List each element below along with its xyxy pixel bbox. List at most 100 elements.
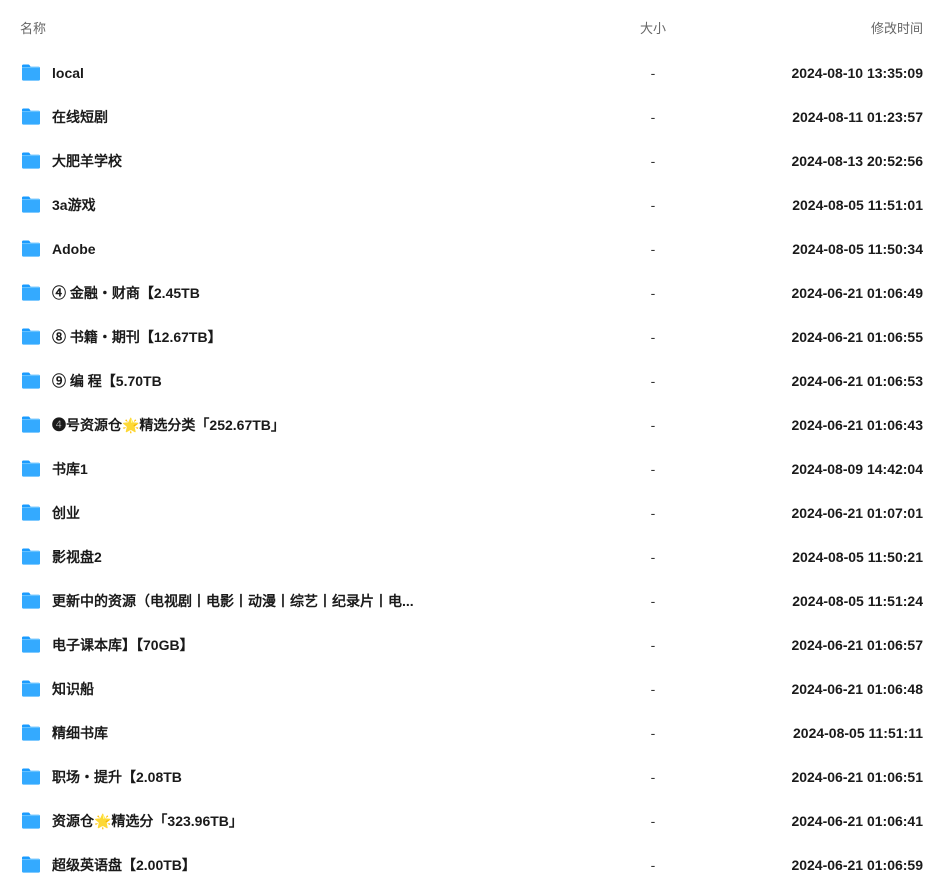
cell-date: 2024-06-21 01:06:55 bbox=[723, 329, 923, 345]
cell-name: 创业 bbox=[20, 503, 583, 523]
table-row[interactable]: ❹号资源仓🌟精选分类「252.67TB」-2024-06-21 01:06:43 bbox=[20, 403, 923, 447]
table-row[interactable]: 3a游戏 - 2024-08-05 11:51:01 bbox=[20, 183, 923, 227]
file-name-label: 3a游戏 bbox=[52, 195, 96, 215]
file-size-label: - bbox=[651, 197, 656, 213]
header-name-label: 名称 bbox=[20, 18, 46, 37]
file-name-label: 创业 bbox=[52, 503, 80, 523]
table-row[interactable]: local-2024-08-10 13:35:09 bbox=[20, 51, 923, 95]
file-date-label: 2024-08-05 11:51:01 bbox=[792, 197, 923, 213]
file-date-label: 2024-06-21 01:06:59 bbox=[791, 857, 923, 873]
folder-icon bbox=[20, 284, 42, 302]
cell-size: - bbox=[583, 197, 723, 213]
table-row[interactable]: 精细书库-2024-08-05 11:51:11 bbox=[20, 711, 923, 755]
cell-name: 超级英语盘【2.00TB】 bbox=[20, 855, 583, 875]
file-size-label: - bbox=[651, 681, 656, 697]
cell-name: 更新中的资源（电视剧丨电影丨动漫丨综艺丨纪录片丨电... bbox=[20, 591, 583, 611]
table-row[interactable]: 书库1-2024-08-09 14:42:04 bbox=[20, 447, 923, 491]
cell-size: - bbox=[583, 285, 723, 301]
table-row[interactable]: 在线短剧-2024-08-11 01:23:57 bbox=[20, 95, 923, 139]
cell-date: 2024-06-21 01:06:43 bbox=[723, 417, 923, 433]
cell-date: 2024-06-21 01:06:48 bbox=[723, 681, 923, 697]
table-row[interactable]: 更新中的资源（电视剧丨电影丨动漫丨综艺丨纪录片丨电... - 2024-08-05 … bbox=[20, 579, 923, 623]
cell-size: - bbox=[583, 153, 723, 169]
file-name-label: 在线短剧 bbox=[52, 107, 108, 127]
folder-icon bbox=[20, 328, 42, 346]
table-row[interactable]: 知识船 - 2024-06-21 01:06:48 bbox=[20, 667, 923, 711]
file-date-label: 2024-08-13 20:52:56 bbox=[791, 153, 923, 169]
table-row[interactable]: ⑨ 编 程【5.70TB-2024-06-21 01:06:53 bbox=[20, 359, 923, 403]
file-name-label: ④ 金融・财商【2.45TB bbox=[52, 283, 200, 303]
file-date-label: 2024-06-21 01:06:43 bbox=[791, 417, 923, 433]
file-size-label: - bbox=[651, 593, 656, 609]
cell-size: - bbox=[583, 373, 723, 389]
file-size-label: - bbox=[651, 637, 656, 653]
folder-icon bbox=[20, 460, 42, 478]
table-row[interactable]: 职场・提升【2.08TB - 2024-06-21 01:06:51 bbox=[20, 755, 923, 799]
cell-size: - bbox=[583, 637, 723, 653]
file-name-label: local bbox=[52, 65, 84, 81]
table-row[interactable]: 电子课本库】【70GB】-2024-06-21 01:06:57 bbox=[20, 623, 923, 667]
file-date-label: 2024-06-21 01:06:41 bbox=[791, 813, 923, 829]
cell-size: - bbox=[583, 681, 723, 697]
cell-size: - bbox=[583, 593, 723, 609]
cell-name: 精细书库 bbox=[20, 723, 583, 743]
cell-name: 书库1 bbox=[20, 459, 583, 479]
file-date-label: 2024-08-05 11:51:24 bbox=[792, 593, 923, 609]
folder-icon bbox=[20, 680, 42, 698]
file-name-label: 书库1 bbox=[52, 459, 88, 479]
table-row[interactable]: 大肥羊学校- 2024-08-13 20:52:56 bbox=[20, 139, 923, 183]
cell-date: 2024-06-21 01:06:41 bbox=[723, 813, 923, 829]
file-date-label: 2024-08-05 11:51:11 bbox=[793, 725, 923, 741]
cell-name: 3a游戏 bbox=[20, 195, 583, 215]
file-size-label: - bbox=[651, 813, 656, 829]
file-date-label: 2024-06-21 01:06:53 bbox=[791, 373, 923, 389]
folder-icon bbox=[20, 812, 42, 830]
cell-name: 职场・提升【2.08TB bbox=[20, 767, 583, 787]
table-row[interactable]: 影视盘2 - 2024-08-05 11:50:21 bbox=[20, 535, 923, 579]
cell-date: 2024-06-21 01:06:51 bbox=[723, 769, 923, 785]
file-date-label: 2024-06-21 01:06:49 bbox=[791, 285, 923, 301]
table-header: 名称 大小 修改时间 bbox=[20, 12, 923, 51]
file-size-label: - bbox=[651, 505, 656, 521]
cell-name: 知识船 bbox=[20, 679, 583, 699]
file-date-label: 2024-08-05 11:50:21 bbox=[792, 549, 923, 565]
table-body: local-2024-08-10 13:35:09 在线短剧-2024-08-1… bbox=[20, 51, 923, 887]
header-date-label: 修改时间 bbox=[871, 21, 923, 36]
table-row[interactable]: 超级英语盘【2.00TB】 - 2024-06-21 01:06:59 bbox=[20, 843, 923, 887]
table-row[interactable]: 资源仓🌟精选分「323.96TB」-2024-06-21 01:06:41 bbox=[20, 799, 923, 843]
cell-size: - bbox=[583, 505, 723, 521]
file-name-label: ⑧ 书籍・期刊【12.67TB】 bbox=[52, 327, 222, 347]
file-size-label: - bbox=[651, 549, 656, 565]
file-size-label: - bbox=[651, 769, 656, 785]
folder-icon bbox=[20, 856, 42, 874]
folder-icon bbox=[20, 196, 42, 214]
header-name[interactable]: 名称 bbox=[20, 18, 583, 37]
cell-name: 在线短剧 bbox=[20, 107, 583, 127]
cell-size: - bbox=[583, 65, 723, 81]
table-row[interactable]: Adobe-2024-08-05 11:50:34 bbox=[20, 227, 923, 271]
file-size-label: - bbox=[651, 857, 656, 873]
file-size-label: - bbox=[651, 285, 656, 301]
file-name-label: 影视盘2 bbox=[52, 547, 102, 567]
table-row[interactable]: ④ 金融・财商【2.45TB - 2024-06-21 01:06:49 bbox=[20, 271, 923, 315]
cell-size: - bbox=[583, 329, 723, 345]
file-size-label: - bbox=[651, 373, 656, 389]
table-row[interactable]: ⑧ 书籍・期刊【12.67TB】 -2024-06-21 01:06:55 bbox=[20, 315, 923, 359]
cell-date: 2024-08-09 14:42:04 bbox=[723, 461, 923, 477]
table-row[interactable]: 创业 - 2024-06-21 01:07:01 bbox=[20, 491, 923, 535]
file-date-label: 2024-06-21 01:06:51 bbox=[791, 769, 923, 785]
cell-name: 大肥羊学校 bbox=[20, 151, 583, 171]
file-date-label: 2024-06-21 01:07:01 bbox=[791, 505, 923, 521]
file-date-label: 2024-08-05 11:50:34 bbox=[792, 241, 923, 257]
folder-icon bbox=[20, 108, 42, 126]
folder-icon bbox=[20, 724, 42, 742]
cell-date: 2024-06-21 01:06:53 bbox=[723, 373, 923, 389]
header-size[interactable]: 大小 bbox=[583, 18, 723, 37]
header-date[interactable]: 修改时间 bbox=[723, 18, 923, 37]
cell-date: 2024-08-13 20:52:56 bbox=[723, 153, 923, 169]
cell-size: - bbox=[583, 813, 723, 829]
file-name-label: 精细书库 bbox=[52, 723, 108, 743]
folder-icon bbox=[20, 152, 42, 170]
file-size-label: - bbox=[651, 65, 656, 81]
folder-icon bbox=[20, 416, 42, 434]
